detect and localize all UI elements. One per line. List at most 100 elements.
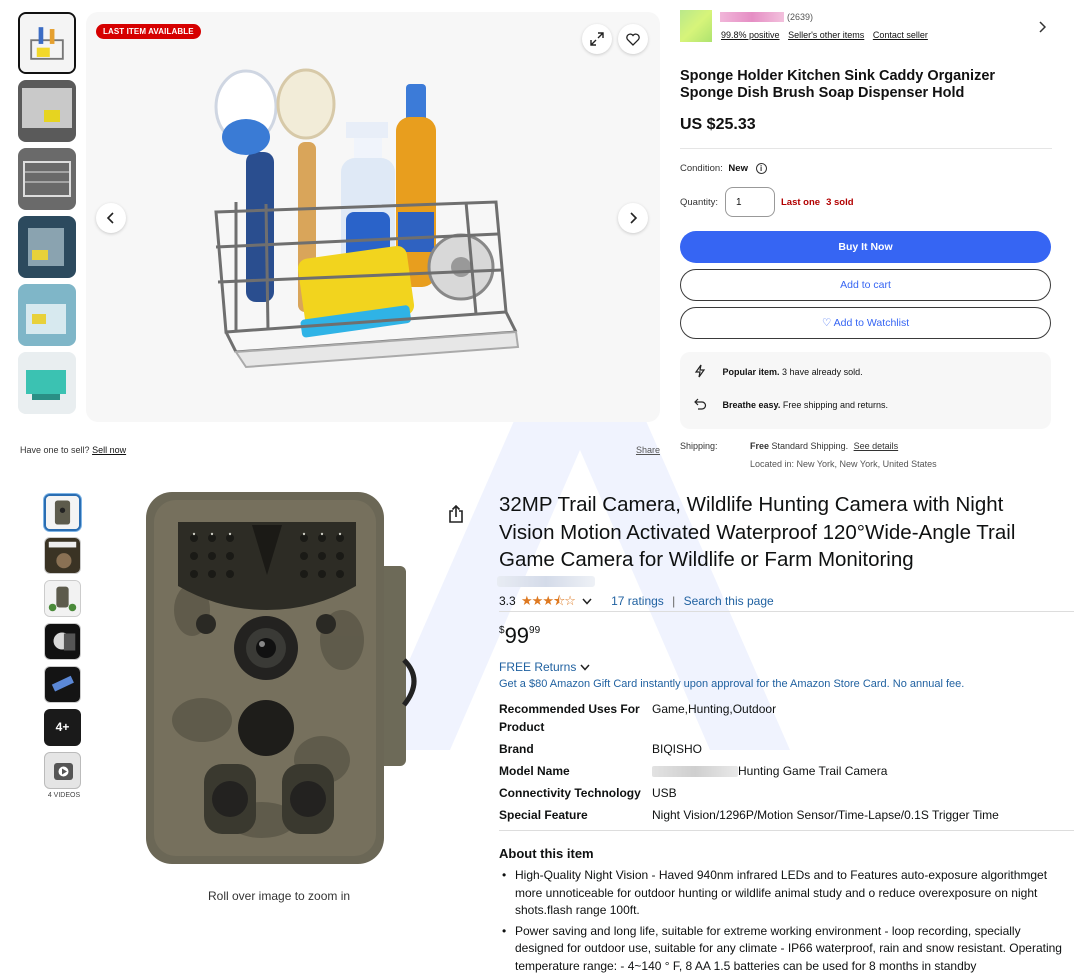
shipping-label: Shipping:	[680, 441, 718, 451]
specs-table: Recommended Uses For Product Game,Huntin…	[499, 700, 1069, 828]
last-item-badge: LAST ITEM AVAILABLE	[96, 24, 201, 39]
videos-count: 4 VIDEOS	[47, 792, 81, 799]
popular-item-text: 3 have already sold.	[782, 366, 863, 377]
shipping-value: Free Standard Shipping. See details	[750, 441, 1050, 451]
quantity-input[interactable]: 1	[725, 187, 775, 217]
trail-camera-picture[interactable]	[142, 490, 422, 870]
free-returns-label: FREE Returns	[499, 660, 577, 674]
thumbnail-1[interactable]	[18, 12, 76, 74]
star-rating-icon[interactable]: ★★★⯪☆	[521, 593, 576, 608]
chevron-right-icon[interactable]	[618, 203, 648, 233]
thumbnail-1[interactable]	[44, 494, 81, 531]
seller-feedback-count: (2639)	[787, 12, 814, 22]
redacted-store-link	[497, 576, 595, 587]
breathe-easy-line: Breathe easy. Free shipping and returns.	[694, 398, 888, 413]
divider	[499, 830, 1074, 831]
seller-links: 99.8% positive Seller's other items Cont…	[721, 30, 934, 40]
seller-other-items-link[interactable]: Seller's other items	[788, 30, 864, 40]
spec-key: Recommended Uses For Product	[499, 702, 640, 734]
thumbnail-2[interactable]	[18, 80, 76, 142]
highlights-box: Popular item. 3 have already sold. Breat…	[680, 352, 1051, 429]
sink-caddy-picture	[214, 68, 520, 369]
thumbnail-4[interactable]	[18, 216, 76, 278]
free-returns-link[interactable]: FREE Returns	[499, 660, 590, 674]
item-location: Located in: New York, New York, United S…	[750, 459, 937, 469]
divider	[499, 611, 1074, 612]
about-heading: About this item	[499, 846, 594, 861]
spec-key: Connectivity Technology	[499, 786, 641, 800]
chevron-left-icon[interactable]	[96, 203, 126, 233]
spec-row: Brand BIQISHO	[499, 740, 1069, 762]
spec-key: Brand	[499, 742, 534, 756]
quantity-label: Quantity:	[680, 197, 719, 208]
thumbnail-5[interactable]	[44, 666, 81, 703]
spec-value: USB	[652, 786, 677, 800]
expand-icon[interactable]	[582, 24, 612, 54]
add-to-watchlist-button[interactable]: ♡ Add to Watchlist	[680, 307, 1051, 339]
search-this-page-link[interactable]: Search this page	[684, 594, 774, 608]
shipping-free: Free	[750, 441, 770, 451]
thumbnail-4[interactable]	[44, 623, 81, 660]
thumbnail-3[interactable]	[18, 148, 76, 210]
list-item: High-Quality Night Vision - Haved 940nm …	[499, 867, 1069, 920]
bottom-thumbnail-list: 4+ 4 VIDEOS	[44, 494, 84, 799]
seller-avatar	[680, 10, 712, 42]
sell-now-link[interactable]: Sell now	[92, 445, 126, 455]
rating-value: 3.3	[499, 594, 516, 608]
heart-icon[interactable]	[618, 24, 648, 54]
shipping-type: Standard Shipping.	[771, 441, 849, 451]
price-whole: 99	[504, 623, 530, 648]
heart-icon: ♡	[821, 317, 832, 329]
amazon-price: $9999	[499, 623, 540, 649]
product-title: Sponge Holder Kitchen Sink Caddy Organiz…	[680, 68, 996, 101]
last-one-text: Last one	[781, 197, 821, 208]
spec-value: Night Vision/1296P/Motion Sensor/Time-La…	[652, 808, 999, 822]
add-to-watchlist-label: Add to Watchlist	[833, 317, 910, 329]
share-link[interactable]: Share	[636, 445, 660, 455]
see-details-link[interactable]: See details	[854, 441, 899, 451]
thumbnail-5[interactable]	[18, 284, 76, 346]
quantity-note: Last one 3 sold	[781, 197, 854, 208]
spec-row: Connectivity Technology USB	[499, 784, 1069, 806]
contact-seller-link[interactable]: Contact seller	[873, 30, 928, 40]
ratings-count-link[interactable]: 17 ratings	[611, 594, 664, 608]
thumbnail-2[interactable]	[44, 537, 81, 574]
model-name-value: Hunting Game Trail Camera	[738, 764, 888, 778]
spec-value: Hunting Game Trail Camera	[652, 762, 887, 780]
list-item: Power saving and long life, suitable for…	[499, 923, 1069, 976]
spec-row: Model Name Hunting Game Trail Camera	[499, 762, 1069, 784]
buy-it-now-button[interactable]: Buy It Now	[680, 231, 1051, 263]
spec-row: Recommended Uses For Product Game,Huntin…	[499, 700, 1069, 740]
breathe-easy-bold: Breathe easy.	[722, 399, 781, 410]
condition-label: Condition:	[680, 163, 723, 174]
seller-info[interactable]: (2639) 99.8% positive Seller's other ite…	[680, 10, 1050, 46]
redacted-text	[652, 766, 738, 778]
spec-key: Special Feature	[499, 808, 588, 822]
gift-card-offer-link[interactable]: Get a $80 Amazon Gift Card instantly upo…	[499, 678, 964, 690]
seller-name-redacted	[720, 12, 784, 22]
spec-row: Special Feature Night Vision/1296P/Motio…	[499, 806, 1069, 828]
chevron-down-icon	[580, 660, 590, 674]
more-images-button[interactable]: 4+	[44, 709, 81, 746]
price-fraction: 99	[529, 625, 541, 636]
thumbnail-6[interactable]	[18, 352, 76, 414]
condition-row: Condition: New i	[680, 163, 767, 174]
zoom-hint: Roll over image to zoom in	[208, 889, 351, 903]
chevron-down-icon[interactable]	[582, 597, 595, 608]
price-symbol: $	[499, 625, 505, 636]
positive-feedback-link[interactable]: 99.8% positive	[721, 30, 780, 40]
sold-count: 3 sold	[826, 197, 854, 208]
add-to-cart-button[interactable]: Add to cart	[680, 269, 1051, 301]
share-icon[interactable]	[448, 504, 464, 528]
sell-share-row: Have one to sell? Sell now Share	[20, 445, 660, 455]
product-price: US $25.33	[680, 116, 756, 133]
chevron-right-icon[interactable]	[1038, 20, 1047, 36]
spec-value: BIQISHO	[652, 742, 703, 756]
main-product-image[interactable]: LAST ITEM AVAILABLE	[86, 12, 660, 422]
spec-value: Game,Hunting,Outdoor	[652, 702, 777, 716]
spec-key: Model Name	[499, 764, 570, 778]
divider	[680, 148, 1052, 149]
thumbnail-3[interactable]	[44, 580, 81, 617]
videos-thumbnail[interactable]	[44, 752, 81, 789]
info-icon[interactable]: i	[755, 163, 767, 174]
